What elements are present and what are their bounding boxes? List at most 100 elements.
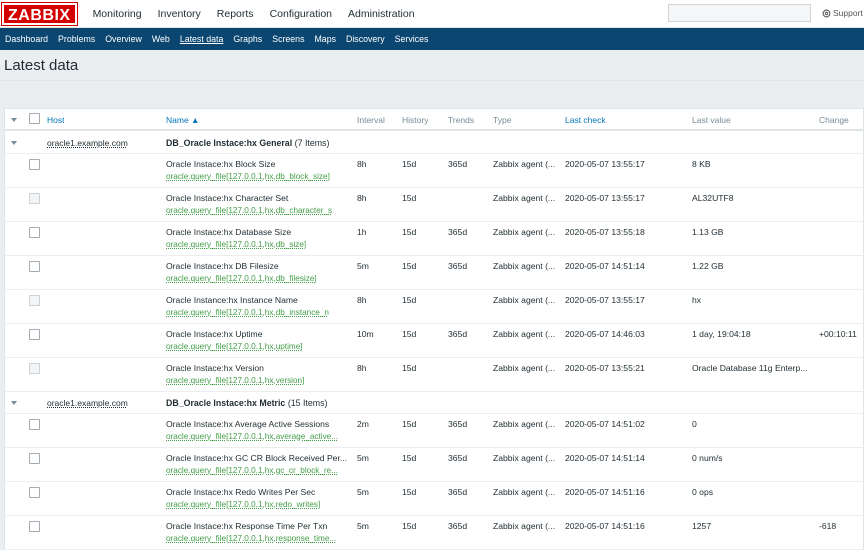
item-type: Zabbix agent (... xyxy=(493,227,556,237)
submenu-screens[interactable]: Screens xyxy=(267,28,309,50)
col-last-check[interactable]: Last check xyxy=(565,115,606,125)
submenu-dashboard[interactable]: Dashboard xyxy=(0,28,53,50)
item-interval: 5m xyxy=(357,521,369,531)
item-last-check: 2020-05-07 14:51:02 xyxy=(565,419,645,429)
item-row: Oracle Instace:hx Database Size oracle.qu… xyxy=(5,222,864,256)
col-interval: Interval xyxy=(357,115,385,125)
menu-monitoring[interactable]: Monitoring xyxy=(85,0,150,28)
col-change: Change xyxy=(819,115,849,125)
item-interval: 2m xyxy=(357,419,369,429)
collapse-group-icon[interactable] xyxy=(11,401,17,405)
item-checkbox[interactable] xyxy=(29,227,40,238)
support-label: Support xyxy=(833,8,863,18)
item-type: Zabbix agent (... xyxy=(493,363,556,373)
collapse-all-icon[interactable] xyxy=(11,118,17,122)
item-key-link[interactable]: oracle.query_file[127.0.0.1,hx,uptime] xyxy=(166,342,351,351)
item-key-link[interactable]: oracle.query_file[127.0.0.1,hx,version] xyxy=(166,376,351,385)
item-checkbox[interactable] xyxy=(29,159,40,170)
submenu-services[interactable]: Services xyxy=(390,28,434,50)
item-last-value: 1257 xyxy=(692,521,712,531)
menu-configuration[interactable]: Configuration xyxy=(262,0,340,28)
collapse-group-icon[interactable] xyxy=(11,141,17,145)
item-row: Oracle Instace:hx Redo Writes Per Sec ora… xyxy=(5,482,864,516)
item-checkbox[interactable] xyxy=(29,261,40,272)
item-checkbox[interactable] xyxy=(29,453,40,464)
item-name: Oracle Instace:hx Version xyxy=(166,363,264,373)
application-group-row: oracle1.example.com DB_Oracle Instace:hx … xyxy=(5,132,864,154)
item-interval: 10m xyxy=(357,329,374,339)
item-change: +00:10:11 xyxy=(819,329,857,339)
item-key-link[interactable]: oracle.query_file[127.0.0.1,hx,gc_cr_blo… xyxy=(166,466,351,475)
search-input[interactable] xyxy=(668,4,811,22)
item-history: 15d xyxy=(402,329,417,339)
page-header: Latest data xyxy=(0,50,864,80)
application-item-count: (15 Items) xyxy=(287,398,328,408)
item-name: Oracle Instace:hx Uptime xyxy=(166,329,263,339)
support-link[interactable]: Support xyxy=(822,8,863,18)
item-last-check: 2020-05-07 14:46:03 xyxy=(565,329,645,339)
item-name: Oracle Instace:hx Average Active Session… xyxy=(166,419,330,429)
item-key-link[interactable]: oracle.query_file[127.0.0.1,hx,average_a… xyxy=(166,432,351,441)
col-host[interactable]: Host xyxy=(47,115,64,125)
item-row: Oracle Instance:hx Instance Name oracle.q… xyxy=(5,290,864,324)
item-name: Oracle Instace:hx DB Filesize xyxy=(166,261,279,271)
item-key-link[interactable]: oracle.query_file[127.0.0.1,hx,db_filesi… xyxy=(166,274,351,283)
select-all-checkbox[interactable] xyxy=(29,113,40,124)
item-key-link[interactable]: oracle.query_file[127.0.0.1,hx,db_size] xyxy=(166,240,351,249)
item-interval: 8h xyxy=(357,159,367,169)
item-key-link[interactable]: oracle.query_file[127.0.0.1,hx,db_charac… xyxy=(166,206,351,215)
col-name[interactable]: Name ▲ xyxy=(166,115,199,125)
submenu-discovery[interactable]: Discovery xyxy=(341,28,390,50)
item-checkbox[interactable] xyxy=(29,521,40,532)
item-last-value: 1.13 GB xyxy=(692,227,724,237)
application-item-count: (7 Items) xyxy=(294,138,330,148)
item-key-link[interactable]: oracle.query_file[127.0.0.1,hx,response_… xyxy=(166,534,351,543)
item-history: 15d xyxy=(402,261,417,271)
item-last-check: 2020-05-07 14:51:14 xyxy=(565,261,645,271)
submenu-problems[interactable]: Problems xyxy=(53,28,100,50)
item-checkbox[interactable] xyxy=(29,487,40,498)
item-key-link[interactable]: oracle.query_file[127.0.0.1,hx,db_instan… xyxy=(166,308,351,317)
submenu-latest-data[interactable]: Latest data xyxy=(175,28,229,50)
item-checkbox[interactable] xyxy=(29,193,40,204)
item-last-value: hx xyxy=(692,295,702,305)
item-type: Zabbix agent (... xyxy=(493,159,556,169)
item-last-check: 2020-05-07 13:55:18 xyxy=(565,227,645,237)
submenu-web[interactable]: Web xyxy=(147,28,175,50)
submenu-maps[interactable]: Maps xyxy=(309,28,341,50)
item-checkbox[interactable] xyxy=(29,363,40,374)
application-name: DB_Oracle Instace:hx Metric xyxy=(166,398,286,408)
zabbix-logo[interactable]: ZABBIX xyxy=(1,1,78,26)
item-checkbox[interactable] xyxy=(29,329,40,340)
submenu-overview[interactable]: Overview xyxy=(100,28,147,50)
item-type: Zabbix agent (... xyxy=(493,295,556,305)
item-interval: 5m xyxy=(357,261,369,271)
item-trends: 365d xyxy=(448,521,468,531)
item-key-link[interactable]: oracle.query_file[127.0.0.1,hx,db_block_… xyxy=(166,172,351,181)
item-trends: 365d xyxy=(448,453,468,463)
page-title: Latest data xyxy=(4,56,79,74)
item-row: Oracle Instace:hx Uptime oracle.query_fil… xyxy=(5,324,864,358)
item-checkbox[interactable] xyxy=(29,295,40,306)
item-checkbox[interactable] xyxy=(29,419,40,430)
item-row: Oracle Instace:hx Character Set oracle.qu… xyxy=(5,188,864,222)
host-link[interactable]: oracle1.example.com xyxy=(47,398,128,408)
item-history: 15d xyxy=(402,295,417,305)
menu-inventory[interactable]: Inventory xyxy=(150,0,209,28)
host-link[interactable]: oracle1.example.com xyxy=(47,138,128,148)
menu-reports[interactable]: Reports xyxy=(209,0,262,28)
application-label: DB_Oracle Instace:hx General (7 Items) xyxy=(166,138,329,148)
sub-navigation-bar: Dashboard Problems Overview Web Latest d… xyxy=(0,28,864,50)
submenu-graphs[interactable]: Graphs xyxy=(228,28,267,50)
item-name: Oracle Instace:hx Block Size xyxy=(166,159,276,169)
item-trends: 365d xyxy=(448,159,468,169)
item-trends: 365d xyxy=(448,227,468,237)
item-key-link[interactable]: oracle.query_file[127.0.0.1,hx,redo_writ… xyxy=(166,500,351,509)
application-name: DB_Oracle Instace:hx General xyxy=(166,138,293,148)
item-row: Oracle Instace:hx Version oracle.query_fi… xyxy=(5,358,864,392)
item-last-check: 2020-05-07 14:51:16 xyxy=(565,487,645,497)
item-last-check: 2020-05-07 13:55:17 xyxy=(565,193,645,203)
item-row: Oracle Instace:hx Response Time Per Txn o… xyxy=(5,516,864,550)
item-change: -618 xyxy=(819,521,837,531)
menu-administration[interactable]: Administration xyxy=(340,0,423,28)
